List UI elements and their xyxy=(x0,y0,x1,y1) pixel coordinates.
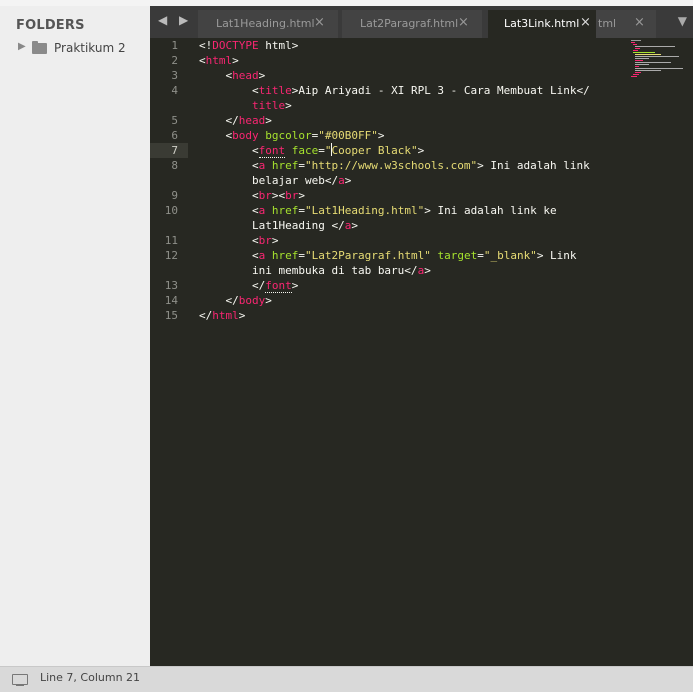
code-line-current: <font face="Cooper Black"> xyxy=(199,143,425,158)
line-number: 13 xyxy=(164,279,178,292)
tab-partial[interactable]: tml × xyxy=(586,10,656,38)
code-line: </head> xyxy=(199,114,272,127)
code-line: </body> xyxy=(199,294,272,307)
minimap[interactable] xyxy=(631,40,683,78)
code-line: <a href="Lat1Heading.html"> Ini adalah l… xyxy=(199,204,557,217)
tab-label: Lat2Paragraf.html xyxy=(360,17,459,30)
tab-nav-arrows-icon[interactable]: ◀ ▶ xyxy=(158,13,192,27)
code-token: "Lat1Heading.html" xyxy=(304,204,425,217)
line-number: 10 xyxy=(164,204,178,217)
code-token: br xyxy=(258,234,272,247)
status-bar: Line 7, Column 21 xyxy=(0,666,693,692)
code-token: "Lat2Paragraf.html" xyxy=(304,249,431,262)
editor-window: FOLDERS ▶ Praktikum 2 ◀ ▶ Lat1Heading.ht… xyxy=(0,0,693,692)
code-token: href xyxy=(271,159,299,172)
tab-label: tml xyxy=(598,17,617,30)
code-token: html xyxy=(212,309,239,322)
code-line: <head> xyxy=(199,69,266,82)
code-token: body xyxy=(232,129,259,142)
tab-overflow-icon[interactable]: ▼ xyxy=(678,14,687,28)
code-token: Ini adalah link xyxy=(483,159,590,172)
line-number: 8 xyxy=(171,159,178,172)
code-line: <body bgcolor="#00B0FF"> xyxy=(199,129,385,142)
cursor-position: Line 7, Column 21 xyxy=(40,671,141,684)
code-token: head xyxy=(232,69,259,82)
close-icon[interactable]: × xyxy=(458,15,469,30)
chevron-right-icon[interactable]: ▶ xyxy=(18,41,26,52)
code-token: Link xyxy=(543,249,577,262)
code-line: <a href="http://www.w3schools.com"> Ini … xyxy=(199,159,590,172)
code-token: href xyxy=(271,204,299,217)
code-line-wrap: Lat1Heading </a> xyxy=(251,219,358,232)
code-token: bgcolor xyxy=(265,129,312,142)
folders-title: FOLDERS xyxy=(16,18,85,33)
tab-label: Lat3Link.html xyxy=(504,17,580,30)
code-token: "_blank" xyxy=(483,249,537,262)
line-number: 15 xyxy=(164,309,178,322)
code-line: <!DOCTYPE html> xyxy=(199,39,299,52)
line-number: 1 xyxy=(171,39,178,52)
code-line: <html> xyxy=(199,54,239,67)
close-icon[interactable]: × xyxy=(634,15,645,30)
code-token: head xyxy=(238,114,266,127)
code-token: font xyxy=(258,144,286,158)
code-token: br xyxy=(285,189,299,202)
tab-lat1heading[interactable]: Lat1Heading.html × xyxy=(198,10,338,38)
code-line-wrap: ini membuka di tab baru</a> xyxy=(251,264,431,277)
code-line: </html> xyxy=(199,309,246,322)
code-line: </font> xyxy=(199,279,299,293)
code-line-wrap: title> xyxy=(251,99,292,112)
code-token: "#00B0FF" xyxy=(318,129,378,142)
code-token: face xyxy=(291,144,319,157)
code-token: html xyxy=(205,54,233,67)
code-token: body xyxy=(238,294,266,307)
code-token: title xyxy=(258,84,292,97)
code-token: ini membuka di tab baru</ xyxy=(251,264,418,277)
code-token: belajar web</ xyxy=(251,174,339,187)
line-number: 4 xyxy=(171,84,178,97)
code-line: <a href="Lat2Paragraf.html" target="_bla… xyxy=(199,249,577,262)
tab-label: Lat1Heading.html xyxy=(216,17,315,30)
tab-bar: ◀ ▶ Lat1Heading.html × Lat2Paragraf.html… xyxy=(150,6,693,38)
code-token: Cooper Black" xyxy=(331,144,418,157)
line-number: 12 xyxy=(164,249,178,262)
code-token: href xyxy=(271,249,299,262)
code-token: br xyxy=(258,189,272,202)
line-number: 2 xyxy=(171,54,178,67)
line-number: 5 xyxy=(171,114,178,127)
line-number: 7 xyxy=(171,144,178,157)
line-number: 9 xyxy=(171,189,178,202)
code-token: "http://www.w3schools.com" xyxy=(304,159,478,172)
code-token: Ini adalah link ke xyxy=(430,204,557,217)
code-token: DOCTYPE xyxy=(212,39,259,52)
tab-lat3link[interactable]: Lat3Link.html × xyxy=(488,10,596,38)
close-icon[interactable]: × xyxy=(314,15,325,30)
folder-icon xyxy=(32,41,47,54)
line-number: 11 xyxy=(164,234,178,247)
code-token: target xyxy=(437,249,478,262)
line-number: 3 xyxy=(171,69,178,82)
code-token: Lat1Heading </ xyxy=(251,219,345,232)
line-number: 6 xyxy=(171,129,178,142)
code-editor[interactable]: 1 2 3 4 5 6 7 8 9 10 11 12 13 14 15 <!DO… xyxy=(150,38,693,666)
tab-lat2paragraf[interactable]: Lat2Paragraf.html × xyxy=(342,10,482,38)
code-token: html xyxy=(265,39,292,52)
code-token: Aip Ariyadi - XI RPL 3 - Cara Membuat Li… xyxy=(298,84,590,97)
line-number: 14 xyxy=(164,294,178,307)
code-line: <br><br> xyxy=(199,189,305,202)
sidebar: FOLDERS ▶ Praktikum 2 xyxy=(0,6,150,666)
code-token: title xyxy=(251,99,286,112)
code-line-wrap: belajar web</a> xyxy=(251,174,352,187)
code-line: <br> xyxy=(199,234,279,247)
code-line: <title>Aip Ariyadi - XI RPL 3 - Cara Mem… xyxy=(199,84,590,97)
current-line-highlight xyxy=(150,143,188,158)
vertical-scrollbar[interactable] xyxy=(687,38,693,666)
sidebar-folder-praktikum-2[interactable]: ▶ Praktikum 2 xyxy=(0,40,150,58)
console-toggle-icon[interactable] xyxy=(12,674,28,686)
folder-label: Praktikum 2 xyxy=(54,41,126,55)
code-token: a xyxy=(338,174,345,187)
code-token: font xyxy=(265,279,292,293)
line-number-gutter: 1 2 3 4 5 6 7 8 9 10 11 12 13 14 15 xyxy=(150,38,188,666)
close-icon[interactable]: × xyxy=(580,15,591,30)
